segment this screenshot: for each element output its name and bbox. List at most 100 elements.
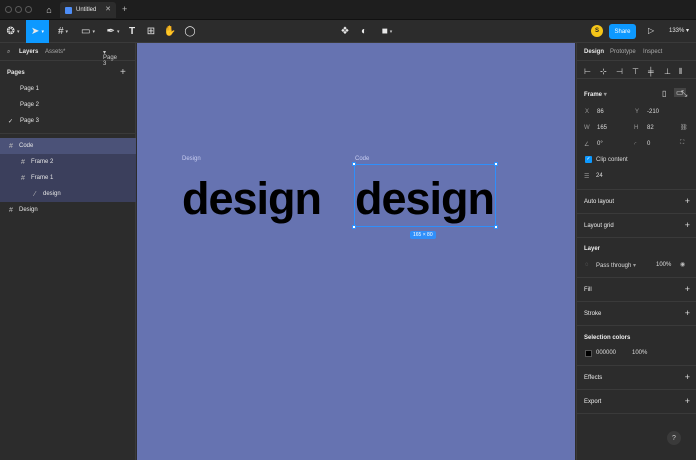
frame-label-code[interactable]: Code bbox=[355, 156, 369, 162]
resize-to-fit-icon[interactable]: ⤡ bbox=[681, 89, 687, 99]
page-selector[interactable]: Page 3 ▾ bbox=[103, 49, 117, 67]
new-tab-icon[interactable]: + bbox=[122, 4, 127, 14]
x-input[interactable]: 86 bbox=[597, 109, 604, 115]
color-opacity[interactable]: 100% bbox=[632, 350, 647, 356]
add-export-icon[interactable]: + bbox=[685, 396, 690, 406]
components-icon[interactable]: ❖ bbox=[338, 20, 352, 43]
frame-title[interactable]: Frame ▾ bbox=[584, 91, 607, 98]
mask-icon[interactable]: ◐ bbox=[357, 20, 371, 43]
constrain-proportions-icon[interactable]: ⛓ bbox=[680, 124, 688, 131]
pages-title: Pages bbox=[7, 70, 25, 76]
rectangle-tool-icon[interactable]: ▭ ▾ bbox=[77, 20, 99, 43]
layer-section: Layer ◌ Pass through ▾ 100% ◉ bbox=[577, 238, 696, 278]
frame-icon: # bbox=[9, 206, 13, 214]
align-v-center-icon[interactable]: ╪ bbox=[648, 67, 654, 76]
align-bottom-icon[interactable]: ⊥ bbox=[664, 67, 671, 76]
resize-handle[interactable] bbox=[494, 225, 498, 229]
frame-icon: # bbox=[21, 174, 25, 182]
close-tab-icon[interactable]: ✕ bbox=[105, 5, 111, 13]
close-window-button[interactable] bbox=[5, 6, 12, 13]
file-tab[interactable]: Untitled ✕ bbox=[60, 2, 116, 18]
avatar[interactable]: S bbox=[591, 25, 603, 37]
text-layer-icon: ⁄ bbox=[34, 190, 36, 198]
layer-row-frame-2[interactable]: # Frame 2 bbox=[0, 154, 136, 170]
canvas[interactable]: Design design Code design 165 × 80 bbox=[137, 43, 575, 460]
page-item[interactable]: Page 1 bbox=[0, 81, 136, 97]
selection-colors-title: Selection colors bbox=[584, 335, 631, 341]
text-tool-icon[interactable]: T bbox=[125, 20, 139, 43]
present-icon[interactable]: ▷ bbox=[648, 26, 654, 35]
blend-mode-select[interactable]: Pass through ▾ bbox=[596, 262, 636, 269]
radius-input[interactable]: 0 bbox=[647, 141, 650, 147]
effects-title: Effects bbox=[584, 375, 603, 381]
tab-layers[interactable]: Layers bbox=[19, 49, 38, 55]
layer-row-code[interactable]: # Code bbox=[0, 138, 136, 154]
hand-tool-icon[interactable]: ✋ bbox=[163, 20, 177, 43]
align-left-icon[interactable]: ⊢ bbox=[584, 67, 591, 76]
boolean-ops-icon[interactable]: ■ ▾ bbox=[377, 20, 397, 43]
layout-grid-section: Layout grid + bbox=[577, 214, 696, 238]
comment-tool-icon[interactable]: ◯ bbox=[183, 20, 197, 43]
layer-row-design-text[interactable]: ⁄ design bbox=[0, 186, 136, 202]
portrait-icon[interactable]: ▯ bbox=[662, 89, 666, 98]
frame-tool-icon[interactable]: # ▾ bbox=[52, 20, 74, 43]
page-item-current[interactable]: ✓ Page 3 bbox=[0, 113, 136, 129]
clip-content-checkbox[interactable]: ✓ bbox=[585, 156, 592, 163]
tab-inspect[interactable]: Inspect bbox=[643, 49, 662, 55]
add-fill-icon[interactable]: + bbox=[685, 284, 690, 294]
tab-prototype[interactable]: Prototype bbox=[610, 49, 636, 55]
right-panel: Design Prototype Inspect ⊢ ⊹ ⊣ ⊤ ╪ ⊥ ⫴ F… bbox=[576, 43, 696, 460]
pen-tool-icon[interactable]: ✒ ▾ bbox=[102, 20, 124, 43]
search-layers-icon[interactable]: ⌕ bbox=[7, 49, 10, 56]
opacity-input[interactable]: 100% bbox=[656, 262, 671, 268]
distribute-icon[interactable]: ⫴ bbox=[679, 67, 682, 77]
visibility-eye-icon[interactable]: ◉ bbox=[680, 261, 685, 268]
align-top-icon[interactable]: ⊤ bbox=[632, 67, 639, 76]
add-stroke-icon[interactable]: + bbox=[685, 308, 690, 318]
frame-section: Frame ▾ ▯ ▭ ⤡ X 86 Y -210 W 165 H 82 ⛓ ∠… bbox=[577, 80, 696, 190]
resources-tool-icon[interactable]: ⊞ bbox=[144, 20, 158, 43]
home-icon[interactable]: ⌂ bbox=[42, 3, 56, 17]
page-item-label: Page 2 bbox=[20, 102, 40, 108]
maximize-window-button[interactable] bbox=[25, 6, 32, 13]
add-page-icon[interactable]: + bbox=[120, 67, 126, 78]
frame-label-design[interactable]: Design bbox=[182, 156, 201, 162]
effects-section: Effects + bbox=[577, 366, 696, 390]
spacing-input[interactable]: 24 bbox=[596, 173, 603, 179]
w-label: W bbox=[584, 125, 590, 131]
resize-handle[interactable] bbox=[352, 162, 356, 166]
align-h-center-icon[interactable]: ⊹ bbox=[600, 67, 607, 76]
minimize-window-button[interactable] bbox=[15, 6, 22, 13]
resize-handle[interactable] bbox=[352, 225, 356, 229]
page-item[interactable]: Page 2 bbox=[0, 97, 136, 113]
color-hex[interactable]: 000000 bbox=[596, 350, 616, 356]
tab-design[interactable]: Design bbox=[584, 49, 604, 55]
main-menu-icon[interactable]: ❂ ▾ bbox=[3, 20, 23, 43]
layer-row-frame-1[interactable]: # Frame 1 bbox=[0, 170, 136, 186]
y-input[interactable]: -210 bbox=[647, 109, 659, 115]
zoom-level[interactable]: 133% ▾ bbox=[669, 27, 689, 34]
help-icon[interactable]: ? bbox=[667, 431, 681, 445]
add-effect-icon[interactable]: + bbox=[685, 372, 690, 382]
design-text-left[interactable]: design bbox=[182, 176, 322, 221]
align-right-icon[interactable]: ⊣ bbox=[616, 67, 623, 76]
fill-title: Fill bbox=[584, 287, 592, 293]
h-input[interactable]: 82 bbox=[647, 125, 654, 131]
design-text-right[interactable]: design bbox=[355, 176, 495, 221]
color-swatch[interactable] bbox=[585, 350, 592, 357]
resize-handle[interactable] bbox=[494, 162, 498, 166]
tab-assets[interactable]: Assets* bbox=[45, 49, 65, 55]
blend-mode-icon: ◌ bbox=[585, 262, 589, 268]
rotation-input[interactable]: 0° bbox=[597, 141, 603, 147]
share-button[interactable]: Share bbox=[609, 24, 636, 39]
add-layout-grid-icon[interactable]: + bbox=[685, 220, 690, 230]
corner-radius-icon: ◜ bbox=[634, 142, 637, 148]
add-auto-layout-icon[interactable]: + bbox=[685, 196, 690, 206]
independent-corners-icon[interactable]: ⛶ bbox=[680, 140, 684, 147]
move-tool-icon[interactable]: ➤ ▾ bbox=[26, 20, 49, 43]
stroke-title: Stroke bbox=[584, 311, 602, 317]
w-input[interactable]: 165 bbox=[597, 125, 607, 131]
layer-row-design[interactable]: # Design bbox=[0, 202, 136, 218]
check-icon: ✓ bbox=[8, 118, 14, 125]
zoom-value: 133% bbox=[669, 28, 685, 34]
